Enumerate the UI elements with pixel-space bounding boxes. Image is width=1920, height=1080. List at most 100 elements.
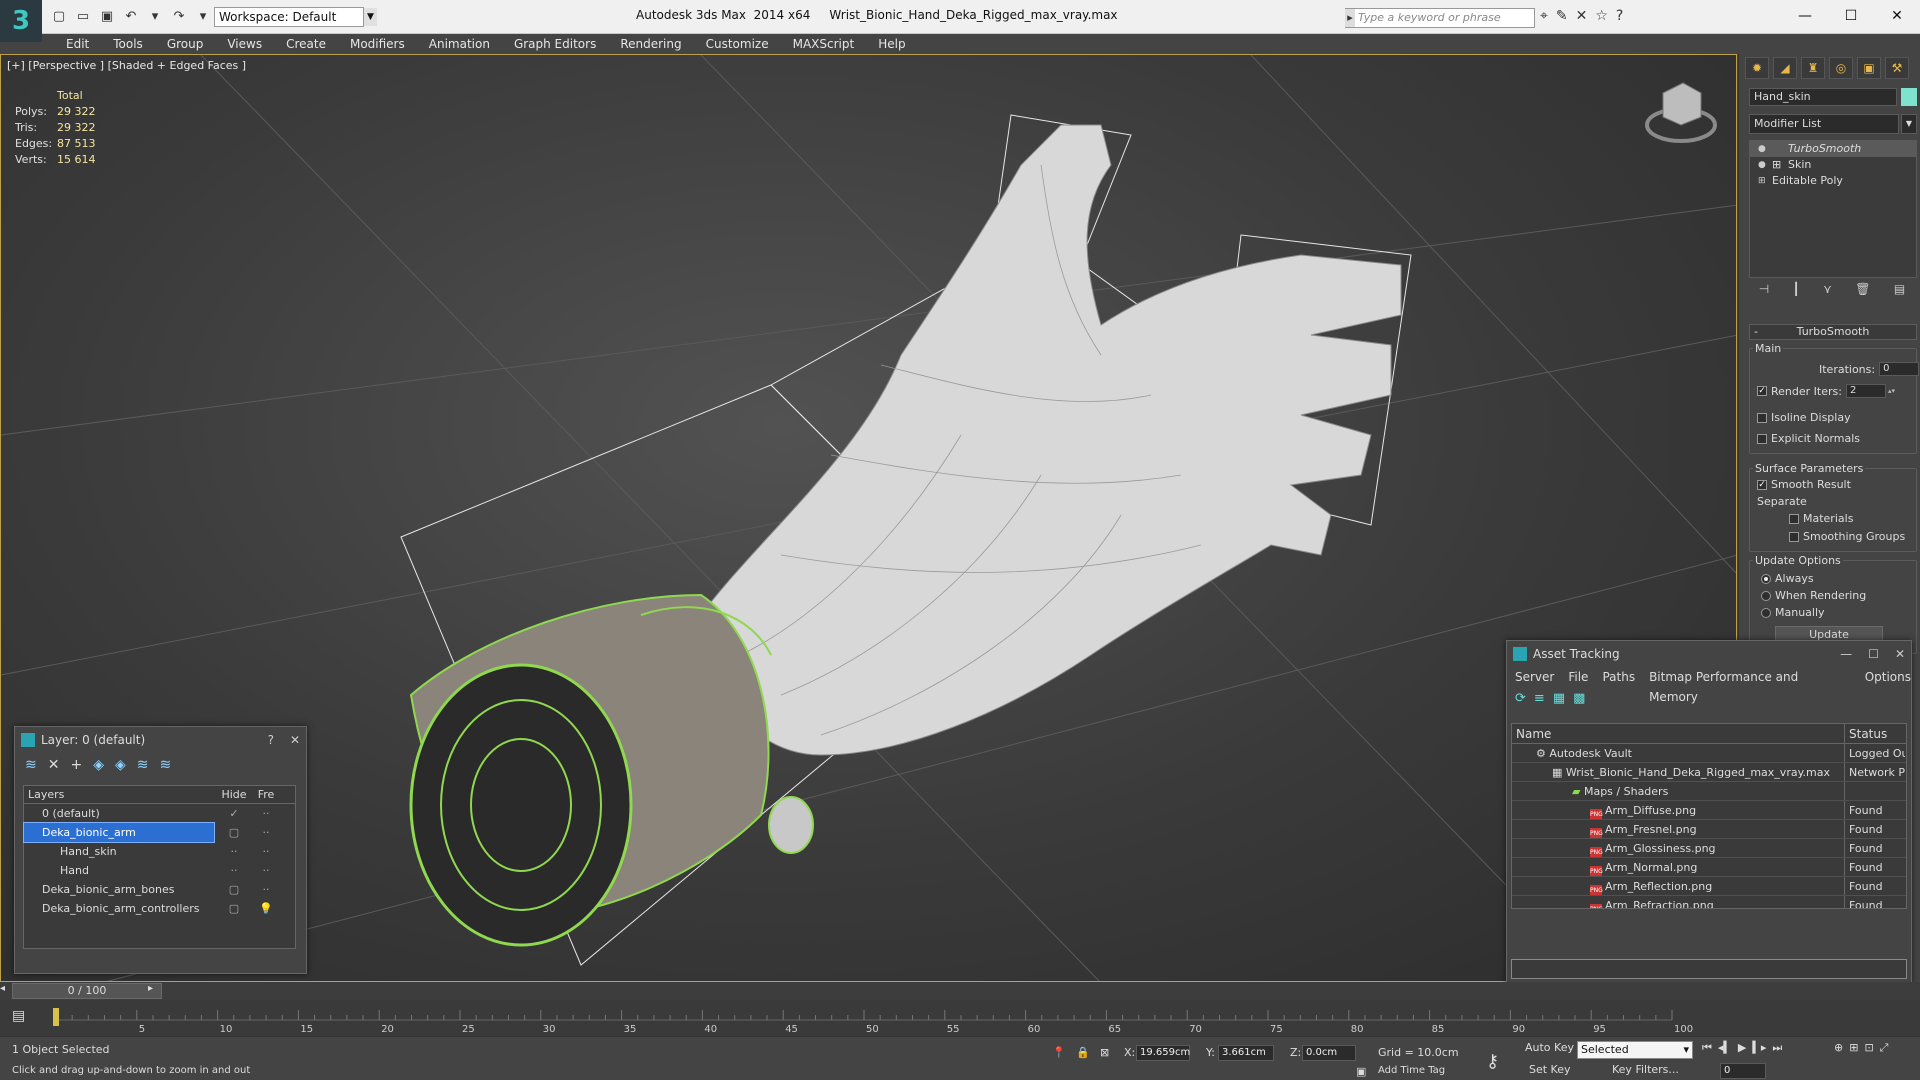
minimize-icon[interactable]: — (1840, 641, 1852, 667)
help-icon[interactable]: ? (1616, 8, 1623, 24)
hide-toggle[interactable]: ▢ (214, 823, 254, 842)
layer-row[interactable]: Deka_bionic_arm_controllers ▢ 💡 (24, 899, 295, 918)
menu-tools[interactable]: Tools (101, 34, 155, 54)
menu-rendering[interactable]: Rendering (608, 34, 693, 54)
x-coord-field[interactable]: 19.659cm (1136, 1045, 1190, 1061)
time-tag-icon[interactable]: ▣ (1356, 1065, 1366, 1078)
display-tab-icon[interactable]: ▣ (1857, 57, 1881, 79)
explicit-normals-checkbox[interactable] (1757, 433, 1767, 444)
lightbulb-icon[interactable]: ● (1758, 141, 1768, 157)
refresh-icon[interactable]: ⟳ (1515, 691, 1526, 709)
layer-row[interactable]: 0 (default) ✓ ·· (24, 804, 295, 823)
asset-row[interactable]: ▰ Maps / Shaders (1512, 782, 1906, 801)
expand-icon[interactable]: ⊞ (1772, 157, 1784, 173)
asset-row[interactable]: PNG Arm_Normal.png Found (1512, 858, 1906, 877)
layer-row[interactable]: Hand ·· ·· (24, 861, 295, 880)
check-icon[interactable]: ✓ (214, 804, 254, 823)
close-icon[interactable]: ✕ (290, 727, 300, 753)
lightbulb-icon[interactable]: ● (1758, 157, 1768, 173)
time-slider[interactable]: 0 / 100 (12, 983, 162, 999)
when-rendering-radio[interactable] (1761, 590, 1771, 601)
modify-tab-icon[interactable]: ◢ (1773, 57, 1797, 79)
highlight-layer-icon[interactable]: ◈ (115, 757, 126, 777)
asset-menu-options[interactable]: Options (1865, 667, 1911, 687)
viewport-label[interactable]: [+] [Perspective ] [Shaded + Edged Faces… (7, 59, 246, 72)
auto-key-button[interactable]: Auto Key (1525, 1041, 1574, 1054)
asset-row[interactable]: PNG Arm_Glossiness.png Found (1512, 839, 1906, 858)
hide-toggle[interactable]: ·· (214, 842, 254, 861)
column-freeze[interactable]: Fre (254, 786, 278, 803)
favorites-star-icon[interactable]: ☆ (1595, 8, 1608, 24)
freeze-toggle[interactable]: ·· (254, 804, 278, 823)
smooth-result-checkbox[interactable]: ✓ (1757, 479, 1767, 490)
asset-row[interactable]: PNGArm_Refraction.png Found (1512, 896, 1906, 908)
asset-row[interactable]: PNG Arm_Diffuse.png Found (1512, 801, 1906, 820)
menu-animation[interactable]: Animation (417, 34, 502, 54)
chevron-down-icon[interactable]: ▼ (363, 8, 377, 26)
stack-item-skin[interactable]: ● ⊞ Skin (1750, 157, 1916, 173)
column-layers[interactable]: Layers (24, 786, 214, 803)
zoom-all-icon[interactable]: ⊞ (1849, 1041, 1858, 1055)
add-time-tag[interactable]: Add Time Tag (1378, 1065, 1445, 1076)
set-key-button[interactable]: Set Key (1529, 1063, 1571, 1076)
lock-icon[interactable]: 🔒 (1076, 1046, 1090, 1059)
isoline-checkbox[interactable] (1757, 412, 1767, 423)
asset-row[interactable]: ▦ Wrist_Bionic_Hand_Deka_Rigged_max_vray… (1512, 763, 1906, 782)
freeze-all-icon[interactable]: ≋ (160, 757, 172, 777)
viewcube[interactable] (1645, 82, 1717, 143)
binoculars-icon[interactable]: ⌖ (1540, 8, 1548, 24)
freeze-toggle[interactable]: ·· (254, 861, 278, 880)
help-icon[interactable]: ? (268, 727, 274, 753)
configure-sets-icon[interactable]: ▤ (1894, 282, 1905, 304)
menu-edit[interactable]: Edit (54, 34, 101, 54)
minimize-icon[interactable]: — (1782, 0, 1828, 32)
save-icon[interactable]: ▣ (98, 8, 116, 26)
add-to-layer-icon[interactable]: + (70, 757, 82, 777)
turbosmooth-rollout-header[interactable]: - TurboSmooth (1749, 324, 1917, 340)
freeze-toggle[interactable]: ·· (254, 880, 278, 899)
asset-menu-server[interactable]: Server (1515, 667, 1554, 687)
layer-row[interactable]: Deka_bionic_arm_bones ▢ ·· (24, 880, 295, 899)
pin-icon[interactable]: 📍 (1052, 1046, 1066, 1059)
utilities-tab-icon[interactable]: ⚒ (1885, 57, 1909, 79)
open-file-icon[interactable]: ▭ (74, 8, 92, 26)
redo-icon[interactable]: ↷ (170, 8, 188, 26)
menu-group[interactable]: Group (155, 34, 216, 54)
hide-all-icon[interactable]: ≋ (137, 757, 149, 777)
stack-item-editable-poly[interactable]: ⊞ Editable Poly (1750, 173, 1916, 189)
delete-layer-icon[interactable]: ✕ (48, 757, 60, 777)
materials-checkbox[interactable] (1789, 513, 1799, 524)
show-end-result-icon[interactable]: ┃ (1793, 282, 1800, 304)
new-file-icon[interactable]: ▢ (50, 8, 68, 26)
dialog-title-bar[interactable]: Asset Tracking — ☐ ✕ (1507, 641, 1911, 667)
asset-menu-bitmap[interactable]: Bitmap Performance and Memory (1649, 667, 1851, 704)
menu-modifiers[interactable]: Modifiers (338, 34, 417, 54)
zoom-icon[interactable]: ⊕ (1834, 1041, 1843, 1055)
menu-graph-editors[interactable]: Graph Editors (502, 34, 608, 54)
maximize-viewport-icon[interactable]: ⤢ (1880, 1041, 1889, 1055)
redo-dropdown-icon[interactable]: ▾ (194, 8, 212, 26)
create-tab-icon[interactable]: ✹ (1745, 57, 1769, 79)
maximize-icon[interactable]: ☐ (1828, 0, 1874, 32)
render-iters-checkbox[interactable]: ✓ (1757, 386, 1767, 396)
selection-set-dropdown[interactable]: Selected ▾ (1577, 1041, 1693, 1059)
stack-item-turbosmooth[interactable]: ● TurboSmooth (1750, 141, 1916, 157)
maximize-icon[interactable]: ☐ (1868, 641, 1879, 667)
hide-toggle[interactable]: ▢ (214, 899, 254, 918)
asset-row[interactable]: ⚙ Autodesk Vault Logged Ou (1512, 744, 1906, 763)
asset-row[interactable]: PNG Arm_Fresnel.png Found (1512, 820, 1906, 839)
column-status[interactable]: Status (1845, 724, 1905, 743)
track-bar[interactable]: ▤ 5 10 15 20 25 30 35 40 45 50 55 60 65 70 75 80 85 90 95 1… (0, 1000, 1920, 1036)
object-color-swatch[interactable] (1901, 88, 1917, 106)
chevron-down-icon[interactable]: ▾ (1683, 1042, 1689, 1058)
prev-frame-icon[interactable]: ◂▍ (1718, 1041, 1732, 1055)
menu-customize[interactable]: Customize (694, 34, 781, 54)
thumbnail-view-icon[interactable]: ▦ (1553, 691, 1565, 709)
smoothing-groups-checkbox[interactable] (1789, 531, 1799, 542)
chevron-down-icon[interactable]: ▼ (1901, 114, 1917, 134)
y-coord-field[interactable]: 3.661cm (1218, 1045, 1274, 1061)
manually-radio[interactable] (1761, 607, 1771, 618)
column-name[interactable]: Name (1512, 724, 1845, 743)
column-hide[interactable]: Hide (214, 786, 254, 803)
subscription-icon[interactable]: ✎ (1556, 8, 1568, 24)
